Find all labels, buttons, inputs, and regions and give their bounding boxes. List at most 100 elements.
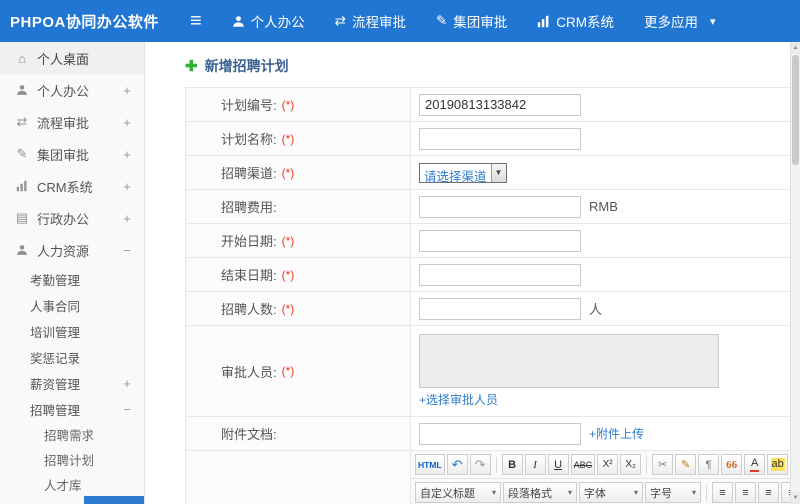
attachment-upload-link[interactable]: +附件上传 [589, 425, 644, 442]
form-row-headcount: 招聘人数: (*) 人 [186, 292, 790, 326]
font-size-select[interactable]: 字号 ▾ [645, 482, 701, 503]
page-title: ✚ 新增招聘计划 [185, 57, 790, 75]
sidebar-item-group-approval[interactable]: ✎ 集团审批 + [0, 138, 144, 170]
collapse-icon[interactable]: − [122, 243, 132, 258]
end-date-input[interactable] [419, 263, 581, 286]
channel-select[interactable]: 请选择渠道 ▼ [419, 162, 507, 184]
nav-label: CRM系统 [556, 15, 615, 30]
chevron-down-icon: ▾ [710, 15, 716, 28]
subscript-button[interactable]: X₂ [620, 454, 642, 475]
paragraph-format-select[interactable]: 段落格式 ▾ [503, 482, 577, 503]
main-content: ✚ 新增招聘计划 计划编号: (*) 计划名称: (*) [145, 42, 790, 504]
nav-group-approval[interactable]: ✎ 集团审批 [436, 11, 507, 31]
align-center-button[interactable]: ≡ [735, 482, 756, 503]
nav-more-apps[interactable]: 更多应用 ▾ [644, 11, 716, 31]
scroll-up-icon[interactable]: ▲ [791, 42, 800, 54]
nav-label: 集团审批 [453, 15, 508, 30]
form-row-plan-name: 计划名称: (*) [186, 122, 790, 156]
custom-title-select[interactable]: 自定义标题 ▾ [415, 482, 501, 503]
plan-name-input[interactable] [419, 127, 581, 150]
scrollbar-thumb[interactable] [792, 55, 799, 165]
collapse-icon[interactable]: − [122, 402, 132, 417]
sidebar-item-training[interactable]: 培训管理 [0, 318, 144, 344]
sidebar-item-talent-pool[interactable]: 人才库 [0, 472, 144, 497]
page-scrollbar[interactable]: ▲ ▼ [790, 42, 800, 504]
chart-icon [14, 180, 30, 192]
top-header: PHPOA协同办公软件 ≡ 个人办公 ⇄ 流程审批 ✎ 集团审批 CRM系统 更… [0, 0, 800, 42]
paragraph-mark-button[interactable]: ¶ [698, 454, 720, 475]
cut-button[interactable]: ✂ [652, 454, 674, 475]
sidebar-item-attendance[interactable]: 考勤管理 [0, 266, 144, 292]
expand-icon[interactable]: + [122, 211, 132, 226]
select-approver-link[interactable]: +选择审批人员 [419, 391, 498, 408]
sidebar-item-crm[interactable]: CRM系统 + [0, 170, 144, 202]
expand-icon[interactable]: + [122, 376, 132, 391]
scroll-down-icon[interactable]: ▼ [791, 492, 800, 504]
nav-label: 更多应用 [644, 15, 699, 30]
superscript-button[interactable]: X² [597, 454, 619, 475]
menu-icon[interactable]: ≡ [190, 11, 202, 31]
pen-button[interactable]: ✎ [675, 454, 697, 475]
person-icon [232, 15, 245, 28]
font-color-button[interactable]: A [744, 454, 766, 475]
html-source-button[interactable]: HTML [415, 454, 445, 475]
sidebar-item-recruit-mgmt[interactable]: 招聘管理 − [0, 396, 144, 422]
required-mark: (*) [281, 267, 295, 282]
italic-button[interactable]: I [524, 454, 546, 475]
underline-button[interactable]: U [547, 454, 569, 475]
expand-icon[interactable]: + [122, 115, 132, 130]
sidebar-item-admin-office[interactable]: ▤ 行政办公 + [0, 202, 144, 234]
form-row-fee: 招聘费用: RMB [186, 190, 790, 224]
select-arrow-icon: ▼ [490, 163, 506, 182]
chevron-down-icon: ▾ [691, 488, 696, 497]
align-justify-button[interactable]: ≡ [781, 482, 790, 503]
expand-icon[interactable]: + [122, 83, 132, 98]
plan-no-input[interactable] [419, 93, 581, 116]
chart-icon [537, 15, 550, 28]
form-row-attachment: 附件文档: +附件上传 [186, 417, 790, 451]
font-family-select[interactable]: 字体 ▾ [579, 482, 643, 503]
edit-icon: ✎ [16, 146, 28, 161]
sidebar-item-recruit-needs[interactable]: 招聘需求 [0, 422, 144, 447]
expand-icon[interactable]: + [122, 147, 132, 162]
align-right-button[interactable]: ≡ [758, 482, 779, 503]
nav-personal-office[interactable]: 个人办公 [232, 11, 305, 31]
required-mark: (*) [281, 301, 295, 316]
headcount-input[interactable] [419, 297, 581, 320]
sidebar-item-rewards[interactable]: 奖惩记录 [0, 344, 144, 370]
sidebar-item-personal-office[interactable]: 个人办公 + [0, 74, 144, 106]
field-label: 开始日期: (*) [186, 224, 411, 257]
sidebar-item-recruit-plan[interactable]: 招聘计划 [0, 447, 144, 472]
highlight-color-button[interactable]: ab [767, 454, 789, 475]
blockquote-button[interactable]: 66 [721, 454, 743, 475]
toolbar-separator [495, 456, 497, 473]
sidebar-item-hr[interactable]: 人力资源 − [0, 234, 144, 266]
field-label: 计划名称: (*) [186, 122, 411, 155]
undo-button[interactable]: ↶ [446, 454, 468, 475]
attachment-input[interactable] [419, 422, 581, 445]
field-label: 招聘渠道: (*) [186, 156, 411, 189]
required-mark: (*) [281, 165, 295, 180]
expand-icon[interactable]: + [122, 179, 132, 194]
flow-icon: ⇄ [334, 13, 346, 28]
top-navigation: 个人办公 ⇄ 流程审批 ✎ 集团审批 CRM系统 更多应用 ▾ [232, 11, 716, 31]
fee-input[interactable] [419, 195, 581, 218]
redo-button[interactable]: ↷ [469, 454, 491, 475]
sidebar-item-desktop[interactable]: ⌂ 个人桌面 [0, 42, 144, 74]
approver-textarea[interactable] [419, 334, 719, 388]
field-label: 招聘人数: (*) [186, 292, 411, 325]
building-icon: ▤ [15, 210, 29, 225]
sidebar-item-hr-contract[interactable]: 人事合同 [0, 292, 144, 318]
required-mark: (*) [281, 233, 295, 248]
sidebar-item-salary[interactable]: 薪资管理 + [0, 370, 144, 396]
fee-unit: RMB [589, 199, 618, 214]
field-label: 计划编号: (*) [186, 88, 411, 121]
start-date-input[interactable] [419, 229, 581, 252]
nav-process-approval[interactable]: ⇄ 流程审批 [335, 11, 406, 31]
home-icon: ⌂ [18, 50, 26, 66]
bold-button[interactable]: B [501, 454, 523, 475]
strikethrough-button[interactable]: ABC [570, 454, 596, 475]
nav-crm-system[interactable]: CRM系统 [537, 11, 614, 31]
sidebar-item-process-approval[interactable]: ⇄ 流程审批 + [0, 106, 144, 138]
align-left-button[interactable]: ≡ [712, 482, 733, 503]
